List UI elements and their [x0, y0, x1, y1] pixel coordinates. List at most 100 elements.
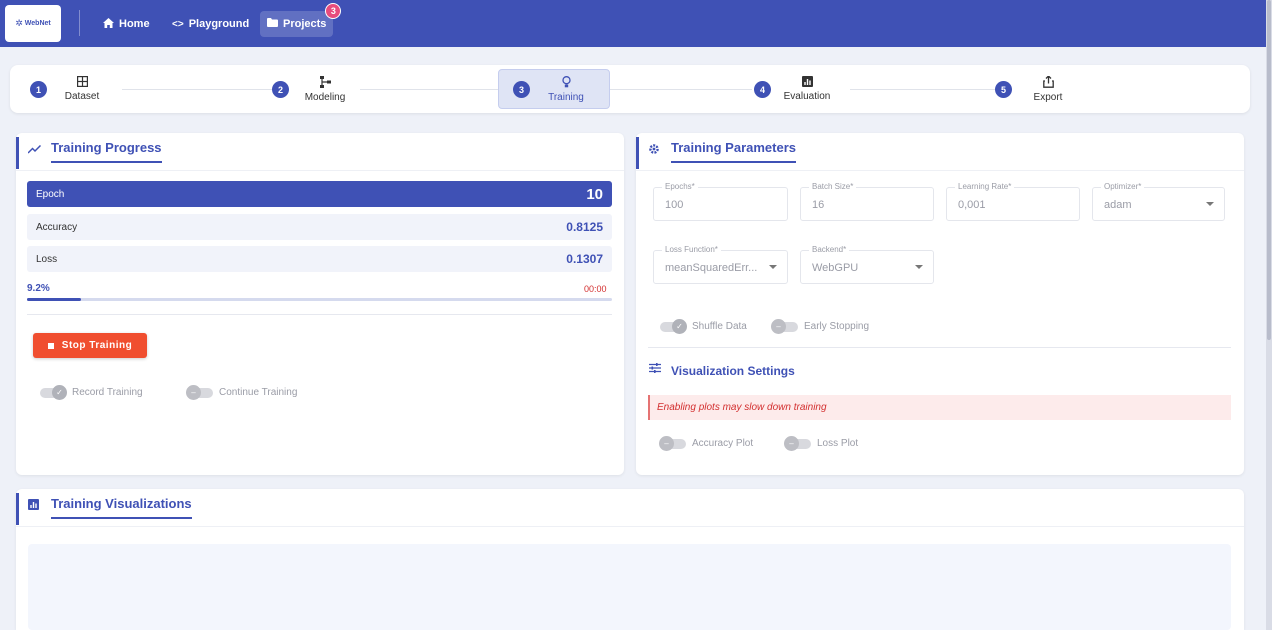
- card-header: Training Parameters: [636, 133, 1244, 171]
- step-training[interactable]: Training: [541, 73, 591, 105]
- visualization-settings-heading: Visualization Settings: [671, 364, 795, 378]
- step-label: Dataset: [64, 91, 100, 102]
- card-accent-bar: [16, 137, 19, 169]
- divider: [27, 314, 612, 315]
- nav-projects-label: Projects: [283, 18, 327, 30]
- early-stopping-label: Early Stopping: [804, 321, 870, 332]
- progress-percent: 9.2%: [27, 283, 50, 294]
- accuracy-plot-switch[interactable]: –: [659, 435, 686, 451]
- continue-training-switch[interactable]: –: [186, 384, 213, 400]
- loss-plot-toggle[interactable]: – Loss Plot: [784, 435, 858, 451]
- chevron-down-icon: [1206, 202, 1214, 206]
- nav-home-label: Home: [119, 18, 150, 30]
- accuracy-row: Accuracy 0.8125: [27, 214, 612, 240]
- analytics-icon: [801, 76, 813, 89]
- grid-icon: [76, 75, 88, 89]
- step-number-4[interactable]: 4: [754, 81, 771, 98]
- learning-rate-field[interactable]: Learning Rate* 0,001: [946, 182, 1080, 221]
- loss-row: Loss 0.1307: [27, 246, 612, 272]
- step-number-1[interactable]: 1: [30, 81, 47, 98]
- shuffle-data-label: Shuffle Data: [692, 321, 747, 332]
- lightbulb-icon: [561, 75, 571, 90]
- step-number-3[interactable]: 3: [513, 81, 530, 98]
- card-header: Training Progress: [16, 133, 624, 171]
- epoch-row: Epoch 10: [27, 181, 612, 207]
- continue-training-label: Continue Training: [219, 387, 298, 398]
- nav-projects[interactable]: Projects 3: [260, 3, 342, 37]
- workflow-stepper: 1 Dataset 2 Modeling 3 Training 4 Evalua…: [10, 65, 1250, 113]
- loss-function-select[interactable]: Loss Function* meanSquaredErr...: [653, 245, 788, 284]
- step-evaluation[interactable]: Evaluation: [778, 73, 836, 105]
- stop-icon: [47, 342, 54, 349]
- shuffle-data-toggle[interactable]: ✓ Shuffle Data: [660, 318, 747, 334]
- step-connector: [122, 89, 272, 90]
- training-parameters-card: Training Parameters Epochs* 100 Batch Si…: [636, 133, 1244, 475]
- minus-icon: –: [784, 435, 799, 451]
- chevron-down-icon: [915, 265, 923, 269]
- accuracy-plot-label: Accuracy Plot: [692, 438, 754, 449]
- stop-training-label: Stop Training: [61, 340, 133, 351]
- step-connector: [610, 89, 752, 90]
- nav-home[interactable]: Home: [96, 11, 157, 37]
- hierarchy-icon: [319, 75, 331, 90]
- loss-plot-switch[interactable]: –: [784, 435, 811, 451]
- training-progress-card: Training Progress Epoch 10 Accuracy 0.81…: [16, 133, 624, 475]
- nav-playground[interactable]: <> Playground: [165, 11, 256, 37]
- chevron-down-icon: [769, 265, 777, 269]
- step-label: Evaluation: [783, 91, 831, 102]
- optimizer-value: adam: [1104, 199, 1132, 211]
- code-icon: <>: [172, 18, 184, 30]
- step-number-2[interactable]: 2: [272, 81, 289, 98]
- projects-count-badge: 3: [325, 3, 342, 19]
- visualization-plot-area: [28, 544, 1231, 630]
- continue-training-toggle[interactable]: – Continue Training: [186, 384, 298, 400]
- stop-training-button[interactable]: Stop Training: [33, 333, 147, 358]
- learning-rate-value: 0,001: [958, 199, 986, 211]
- step-connector: [850, 89, 995, 90]
- batch-size-label: Batch Size*: [809, 182, 857, 191]
- bar-chart-icon: [28, 499, 39, 513]
- progress-bar: [27, 298, 612, 301]
- loss-function-label: Loss Function*: [662, 245, 721, 254]
- epochs-field[interactable]: Epochs* 100: [653, 182, 788, 221]
- accuracy-label: Accuracy: [36, 221, 78, 233]
- progress-bar-fill: [27, 298, 81, 301]
- trending-icon: [27, 143, 42, 157]
- loss-value: 0.1307: [566, 252, 603, 266]
- record-training-toggle[interactable]: ✓ Record Training: [40, 384, 143, 400]
- folder-icon: [267, 18, 278, 30]
- step-export[interactable]: Export: [1028, 73, 1068, 105]
- step-dataset[interactable]: Dataset: [62, 73, 102, 105]
- share-icon: [1042, 74, 1054, 90]
- accuracy-plot-toggle[interactable]: – Accuracy Plot: [659, 435, 754, 451]
- step-label: Export: [1033, 91, 1063, 103]
- app-logo[interactable]: ✲ WebNet: [5, 5, 61, 42]
- loss-label: Loss: [36, 253, 58, 265]
- card-title: Training Progress: [51, 140, 162, 163]
- elapsed-timer: 00:00: [584, 284, 607, 294]
- shuffle-data-switch[interactable]: ✓: [660, 318, 687, 334]
- step-number-5[interactable]: 5: [995, 81, 1012, 98]
- step-modeling[interactable]: Modeling: [300, 73, 350, 105]
- divider: [648, 347, 1231, 348]
- step-connector: [360, 89, 498, 90]
- accuracy-value: 0.8125: [566, 220, 603, 234]
- backend-select[interactable]: Backend* WebGPU: [800, 245, 934, 284]
- step-label: Training: [548, 91, 584, 103]
- card-title: Training Visualizations: [51, 496, 192, 519]
- page-scrollbar-thumb[interactable]: [1267, 0, 1271, 340]
- home-icon: [103, 17, 114, 31]
- optimizer-select[interactable]: Optimizer* adam: [1092, 182, 1225, 221]
- step-label: Modeling: [304, 91, 346, 103]
- early-stopping-toggle[interactable]: – Early Stopping: [771, 318, 870, 334]
- batch-size-field[interactable]: Batch Size* 16: [800, 182, 934, 221]
- minus-icon: –: [186, 384, 201, 400]
- record-training-switch[interactable]: ✓: [40, 384, 67, 400]
- check-icon: ✓: [52, 384, 67, 400]
- gear-icon: [648, 143, 660, 158]
- epochs-value: 100: [665, 199, 684, 211]
- early-stopping-switch[interactable]: –: [771, 318, 798, 334]
- page-scrollbar-track[interactable]: [1266, 0, 1272, 630]
- card-title: Training Parameters: [671, 140, 796, 163]
- record-training-label: Record Training: [72, 387, 143, 398]
